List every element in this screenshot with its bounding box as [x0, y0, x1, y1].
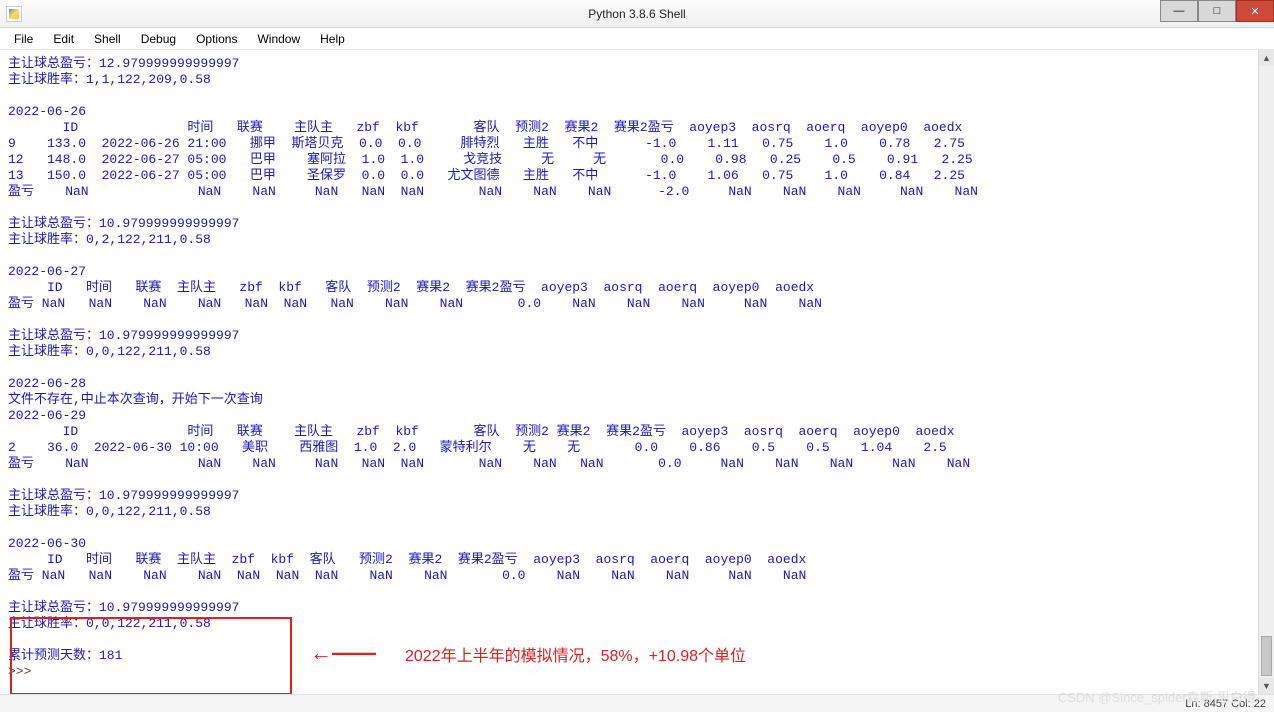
menu-debug[interactable]: Debug	[131, 30, 186, 48]
window-controls: — □ ✕	[1160, 0, 1274, 22]
scroll-thumb[interactable]	[1261, 636, 1272, 676]
shell-output: 主让球总盈亏：12.979999999999997 主让球胜率：1,1,122,…	[8, 56, 978, 663]
menu-help[interactable]: Help	[310, 30, 355, 48]
menu-options[interactable]: Options	[186, 30, 247, 48]
cursor-position: Ln: 8457 Col: 22	[1185, 698, 1266, 710]
scroll-up-arrow-icon[interactable]: ▲	[1259, 50, 1274, 66]
content-area: 主让球总盈亏：12.979999999999997 主让球胜率：1,1,122,…	[0, 50, 1274, 694]
shell-text-area[interactable]: 主让球总盈亏：12.979999999999997 主让球胜率：1,1,122,…	[0, 50, 1274, 694]
menu-file[interactable]: File	[4, 30, 43, 48]
shell-prompt: >>>	[8, 664, 39, 679]
menu-edit[interactable]: Edit	[43, 30, 84, 48]
window-title: Python 3.8.6 Shell	[588, 7, 685, 21]
statusbar: Ln: 8457 Col: 22	[0, 694, 1274, 712]
menu-window[interactable]: Window	[247, 30, 310, 48]
python-app-icon	[6, 6, 22, 22]
scroll-down-arrow-icon[interactable]: ▼	[1259, 678, 1274, 694]
menu-shell[interactable]: Shell	[84, 30, 131, 48]
minimize-button[interactable]: —	[1160, 0, 1198, 22]
menubar: File Edit Shell Debug Options Window Hel…	[0, 28, 1274, 50]
titlebar: Python 3.8.6 Shell — □ ✕	[0, 0, 1274, 28]
maximize-button[interactable]: □	[1198, 0, 1236, 22]
close-button[interactable]: ✕	[1236, 0, 1274, 22]
vertical-scrollbar[interactable]: ▲ ▼	[1258, 50, 1274, 694]
